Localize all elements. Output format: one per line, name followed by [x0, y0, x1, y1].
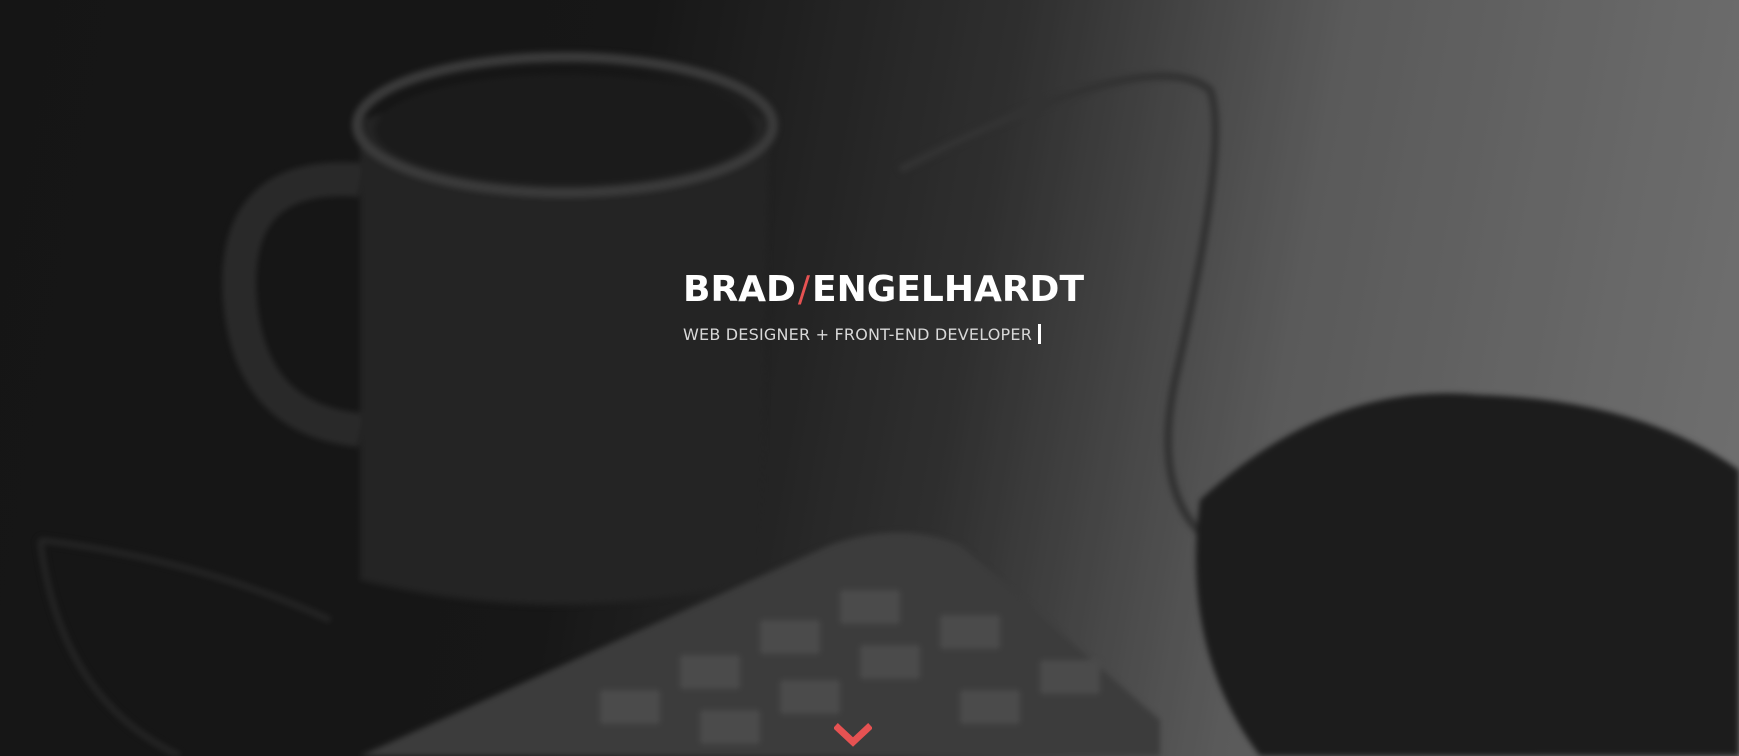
dark-overlay: [0, 0, 1739, 756]
site-title: BRAD/ENGELHARDT: [683, 266, 1084, 314]
intro-block: BRAD/ENGELHARDT WEB DESIGNER + FRONT-END…: [683, 266, 1084, 346]
scroll-down-button[interactable]: [833, 722, 873, 750]
tagline: WEB DESIGNER + FRONT-END DEVELOPER: [683, 324, 1063, 346]
typing-cursor: [1038, 324, 1042, 344]
first-name: BRAD: [683, 269, 796, 310]
tagline-text: WEB DESIGNER + FRONT-END DEVELOPER: [683, 325, 1033, 344]
chevron-down-icon: [833, 723, 873, 747]
hero-section: BRAD/ENGELHARDT WEB DESIGNER + FRONT-END…: [0, 0, 1739, 756]
title-slash: /: [797, 269, 811, 310]
last-name: ENGELHARDT: [812, 269, 1084, 310]
